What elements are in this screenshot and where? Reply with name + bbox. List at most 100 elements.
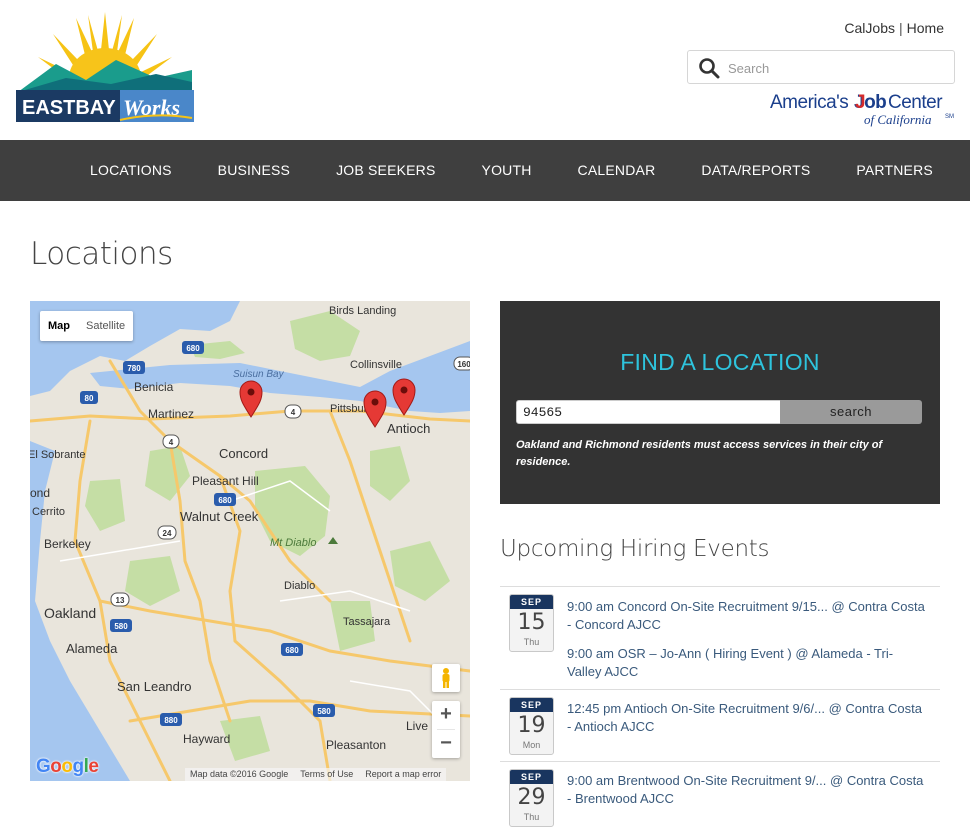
map-canvas[interactable]: Birds Landing Collinsville Suisun Bay Be… [30, 301, 470, 781]
nav-item-partners[interactable]: PARTNERS [833, 140, 956, 201]
highway-shield-880: 880 [160, 713, 182, 726]
map-label-cerrito: Cerrito [32, 506, 65, 518]
date-month: SEP [510, 698, 553, 712]
date-weekday: Mon [522, 740, 541, 750]
event-day-row: SEP 15 Thu 9:00 am Concord On-Site Recru… [500, 586, 940, 689]
upcoming-events-title: Upcoming Hiring Events [500, 536, 770, 562]
event-day-row: SEP 29 Thu 9:00 am Brentwood On-Site Rec… [500, 761, 940, 831]
svg-text:580: 580 [317, 707, 331, 716]
svg-text:80: 80 [85, 394, 94, 403]
page-title: Locations [30, 236, 173, 272]
event-day-row: SEP 19 Mon 12:45 pm Antioch On-Site Recr… [500, 689, 940, 761]
find-location-panel: FIND A LOCATION search Oakland and Richm… [500, 301, 940, 504]
map-label-antioch: Antioch [387, 421, 430, 436]
top-links: CalJobs | Home [844, 20, 944, 36]
highway-shield-80: 80 [80, 391, 98, 404]
residence-note: Oakland and Richmond residents must acce… [516, 439, 883, 468]
zip-code-input[interactable] [516, 400, 781, 424]
nav-item-locations[interactable]: LOCATIONS [67, 140, 195, 201]
highway-shield-580-west: 580 [110, 619, 132, 632]
date-badge: SEP 29 Thu [509, 769, 554, 827]
map-label-ond: ond [30, 486, 50, 500]
map-label-benicia: Benicia [134, 380, 174, 394]
map-type-satellite-button[interactable]: Satellite [78, 311, 133, 341]
date-day: 29 [517, 785, 546, 810]
date-badge: SEP 19 Mon [509, 697, 554, 755]
svg-text:680: 680 [285, 646, 299, 655]
map-label-pleasant-hill: Pleasant Hill [192, 474, 259, 488]
svg-text:680: 680 [218, 496, 232, 505]
event-list: 9:00 am Brentwood On-Site Recruitment 9/… [567, 772, 927, 808]
site-header: EASTBAY Works CalJobs|Home America's Job… [0, 0, 970, 140]
find-location-title: FIND A LOCATION [620, 349, 820, 375]
nav-item-calendar[interactable]: CALENDAR [555, 140, 679, 201]
main-nav: LOCATIONS BUSINESS JOB SEEKERS YOUTH CAL… [0, 140, 970, 201]
report-map-error-link[interactable]: Report a map error [365, 768, 441, 781]
event-list: 9:00 am Concord On-Site Recruitment 9/15… [567, 598, 927, 681]
map-type-toggle: Map Satellite [40, 311, 134, 341]
nav-item-data-reports[interactable]: DATA/REPORTS [678, 140, 833, 201]
highway-shield-680-south: 680 [281, 643, 303, 656]
nav-item-business[interactable]: BUSINESS [195, 140, 313, 201]
eastbay-works-logo[interactable]: EASTBAY Works [16, 12, 194, 128]
highway-shield-24: 24 [157, 525, 177, 540]
nav-item-youth[interactable]: YOUTH [459, 140, 555, 201]
date-day: 19 [517, 713, 546, 738]
map-label-suisun-bay: Suisun Bay [233, 369, 285, 380]
map-label-live: Live [406, 719, 428, 733]
event-link[interactable]: 9:00 am OSR – Jo-Ann ( Hiring Event ) @ … [567, 645, 927, 681]
logo-eastbay-text: EASTBAY [22, 97, 116, 119]
map-label-concord: Concord [219, 446, 268, 461]
event-list: 12:45 pm Antioch On-Site Recruitment 9/6… [567, 700, 927, 736]
events-list: SEP 15 Thu 9:00 am Concord On-Site Recru… [500, 586, 940, 831]
search-icon[interactable] [698, 57, 720, 79]
map-label-diablo: Diablo [284, 580, 315, 592]
map-label-martinez: Martinez [148, 407, 194, 421]
map-label-oakland: Oakland [44, 605, 96, 621]
event-link[interactable]: 9:00 am Concord On-Site Recruitment 9/15… [567, 598, 927, 634]
map-label-pleasanton: Pleasanton [326, 738, 386, 752]
event-link[interactable]: 9:00 am Brentwood On-Site Recruitment 9/… [567, 772, 927, 808]
zoom-out-button[interactable]: − [432, 730, 460, 758]
map-label-el-sobrante: El Sobrante [30, 449, 85, 461]
svg-text:of California: of California [864, 112, 932, 127]
highway-shield-160: 160 [453, 356, 470, 371]
svg-text:4: 4 [291, 408, 296, 417]
caljobs-link[interactable]: CalJobs [844, 20, 895, 36]
street-view-pegman[interactable] [432, 664, 460, 692]
terms-of-use-link[interactable]: Terms of Use [300, 768, 353, 781]
americas-job-center-logo[interactable]: America's Job J Center of California SM [768, 90, 958, 128]
highway-shield-780: 780 [123, 361, 145, 374]
svg-text:Center: Center [888, 92, 943, 113]
location-search-button[interactable]: search [780, 400, 922, 424]
svg-text:J: J [855, 92, 865, 113]
highway-shield-4-west: 4 [162, 434, 180, 449]
map-label-berkeley: Berkeley [44, 537, 91, 551]
map-attribution: Map data ©2016 Google Terms of Use Repor… [185, 768, 447, 781]
locations-map[interactable]: Birds Landing Collinsville Suisun Bay Be… [30, 301, 470, 781]
nav-item-job-seekers[interactable]: JOB SEEKERS [313, 140, 458, 201]
site-search [687, 50, 955, 84]
date-badge: SEP 15 Thu [509, 594, 554, 652]
google-logo[interactable]: Google [36, 756, 99, 778]
highway-shield-13: 13 [110, 592, 130, 607]
map-label-hayward: Hayward [183, 732, 230, 746]
event-link[interactable]: 12:45 pm Antioch On-Site Recruitment 9/6… [567, 700, 927, 736]
svg-text:680: 680 [186, 344, 200, 353]
date-day: 15 [517, 610, 546, 635]
map-label-san-leandro: San Leandro [117, 679, 191, 694]
map-label-collinsville: Collinsville [350, 359, 402, 371]
date-month: SEP [510, 595, 553, 609]
zoom-in-button[interactable]: + [432, 701, 460, 729]
date-weekday: Thu [523, 637, 540, 647]
svg-text:13: 13 [116, 596, 125, 605]
map-label-mt-diablo: Mt Diablo [270, 537, 316, 549]
highway-shield-4-east: 4 [284, 404, 302, 419]
search-input[interactable] [728, 58, 938, 78]
svg-text:160: 160 [457, 360, 470, 369]
home-link[interactable]: Home [907, 20, 944, 36]
map-label-walnut-creek: Walnut Creek [180, 509, 259, 524]
map-type-map-button[interactable]: Map [40, 311, 78, 341]
svg-text:780: 780 [127, 364, 141, 373]
zoom-control: + − [432, 701, 460, 758]
